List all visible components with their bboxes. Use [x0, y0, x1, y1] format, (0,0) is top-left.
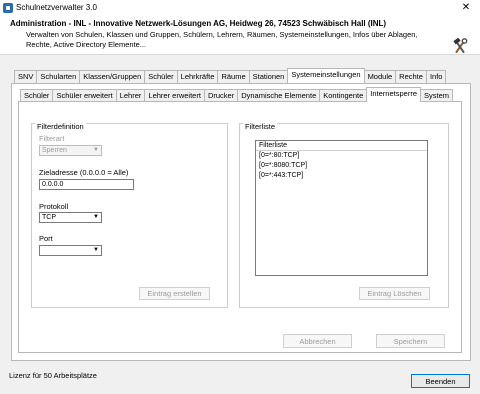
filterdefinition-group: Filterdefinition Filterart Sperren ▼ Zie… — [31, 122, 228, 308]
tab-lehrkraefte[interactable]: Lehrkräfte — [176, 70, 219, 83]
list-item[interactable]: [0=*:80:TCP] — [259, 152, 299, 159]
tab-schueler[interactable]: Schüler — [144, 70, 178, 83]
chevron-down-icon: ▼ — [93, 147, 99, 153]
filterdefinition-title: Filterdefinition — [35, 122, 86, 131]
header: Administration - INL - Innovative Netzwe… — [0, 16, 480, 55]
filterart-value: Sperren — [42, 147, 67, 154]
filterliste-column-header[interactable]: Filterliste — [256, 141, 427, 151]
speichern-button[interactable]: Speichern — [376, 334, 445, 348]
filterart-label: Filterart — [39, 134, 65, 143]
protokoll-value: TCP — [42, 214, 56, 221]
protokoll-label: Protokoll — [39, 202, 69, 211]
protokoll-select[interactable]: TCP ▼ — [39, 212, 102, 223]
zieladresse-label: Zieladresse (0.0.0.0 = Alle) — [39, 168, 129, 177]
zieladresse-input[interactable]: 0.0.0.0 — [39, 179, 134, 190]
list-item[interactable]: [0=*:8080:TCP] — [259, 162, 307, 169]
title-bar: Schulnetzverwalter 3.0 ✕ — [0, 0, 480, 16]
main-tab-strip: SNV Schularten Klassen/Gruppen Schüler L… — [14, 68, 447, 84]
eintrag-loeschen-button[interactable]: Eintrag Löschen — [359, 287, 430, 300]
filterart-select[interactable]: Sperren ▼ — [39, 145, 102, 156]
beenden-button[interactable]: Beenden — [411, 374, 470, 388]
filter-listbox[interactable]: Filterliste [0=*:80:TCP] [0=*:8080:TCP] … — [255, 140, 428, 276]
abbrechen-button[interactable]: Abbrechen — [283, 334, 352, 348]
list-item[interactable]: [0=*:443:TCP] — [259, 172, 303, 179]
filterliste-title: Filterliste — [243, 122, 278, 131]
window-title: Schulnetzverwalter 3.0 — [16, 3, 97, 12]
tab-klassen-gruppen[interactable]: Klassen/Gruppen — [79, 70, 146, 83]
port-select[interactable]: ▼ — [39, 245, 102, 256]
tab-systemeinstellungen[interactable]: Systemeinstellungen — [287, 68, 365, 83]
close-window-button[interactable]: ✕ — [452, 0, 480, 16]
header-title: Administration - INL - Innovative Netzwe… — [10, 19, 387, 28]
subtab-internetsperre[interactable]: Internetsperre — [366, 87, 421, 102]
tools-icon — [453, 38, 468, 54]
tab-module[interactable]: Module — [363, 70, 397, 83]
license-status: Lizenz für 50 Arbeitsplätze — [9, 371, 97, 380]
tab-stationen[interactable]: Stationen — [248, 70, 289, 83]
header-description: Verwalten von Schulen, Klassen und Grupp… — [26, 30, 418, 49]
port-label: Port — [39, 234, 53, 243]
filterliste-group: Filterliste Filterliste [0=*:80:TCP] [0=… — [239, 122, 449, 308]
tab-raeume[interactable]: Räume — [217, 70, 250, 83]
chevron-down-icon: ▼ — [93, 214, 99, 220]
app-icon — [3, 3, 13, 13]
eintrag-erstellen-button[interactable]: Eintrag erstellen — [139, 287, 210, 300]
chevron-down-icon: ▼ — [93, 247, 99, 253]
tab-rechte[interactable]: Rechte — [395, 70, 427, 83]
tab-snv[interactable]: SNV — [14, 70, 38, 83]
zieladresse-value: 0.0.0.0 — [42, 181, 64, 188]
tab-schularten[interactable]: Schularten — [36, 70, 81, 83]
tab-info[interactable]: Info — [425, 70, 447, 83]
